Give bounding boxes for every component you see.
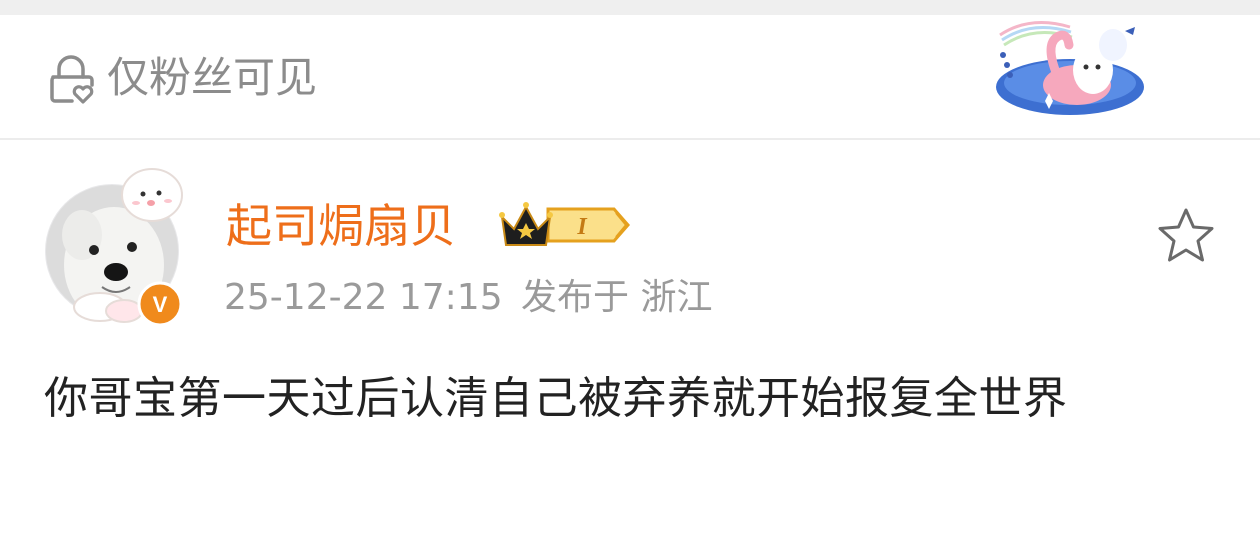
lock-heart-icon — [50, 55, 94, 104]
section-divider — [0, 138, 1260, 140]
ghost-swan-sticker — [996, 21, 1144, 115]
post-text: 你哥宝第一天过后认清自己被弃养就开始报复全世界 — [44, 373, 1068, 424]
post-location: 发布于 浙江 — [521, 277, 713, 318]
fan-level-text: I — [576, 214, 588, 240]
star-outline-icon[interactable] — [1155, 205, 1217, 267]
fan-level-crown-icon: I — [499, 202, 630, 246]
top-separator-strip — [0, 0, 1260, 15]
author-name[interactable]: 起司焗扇贝 — [226, 196, 456, 256]
author-avatar[interactable]: V — [42, 165, 192, 335]
svg-text:V: V — [153, 292, 168, 317]
visibility-label: 仅粉丝可见 — [107, 53, 318, 102]
post-time: 25-12-22 17:15 — [224, 277, 503, 318]
verified-badge-icon: V — [137, 281, 183, 327]
